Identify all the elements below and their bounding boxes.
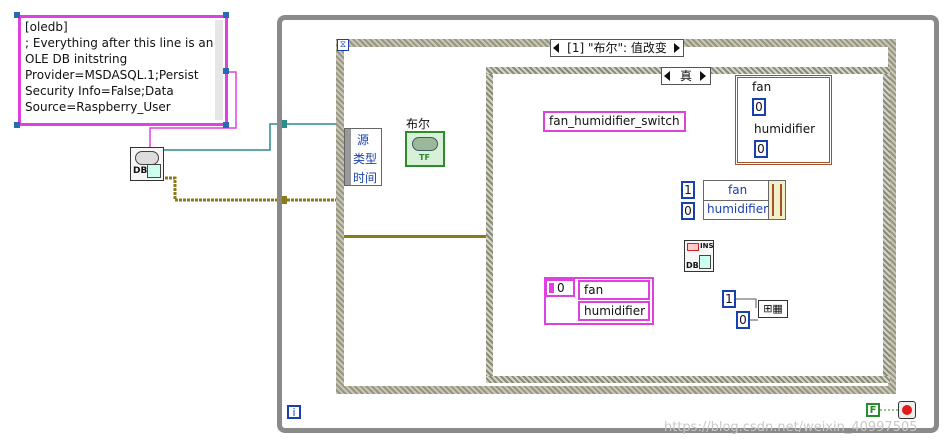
boolean-control-label: 布尔 <box>406 117 431 131</box>
database-icon <box>147 164 161 178</box>
connection-string-line: ; Everything after this line is an <box>25 36 214 50</box>
cluster-field-humidifier-value[interactable]: 0 <box>754 140 768 158</box>
connection-string-line: [oledb] <box>25 20 68 34</box>
array-index-arrow <box>549 283 554 293</box>
event-data-time: 时间 <box>353 171 378 185</box>
bundle-field-humidifier: humidifier <box>707 202 769 216</box>
event-data-type: 类型 <box>353 152 378 166</box>
cluster-field-fan-label: fan <box>752 80 772 94</box>
iteration-terminal: i <box>287 405 301 419</box>
prev-case-arrow[interactable] <box>553 43 559 53</box>
cluster-field-fan-value[interactable]: 0 <box>752 98 766 116</box>
watermark: https://blog.csdn.net/weixin_40997505 <box>664 420 918 435</box>
ins-icon <box>687 243 699 251</box>
prev-case-arrow[interactable] <box>664 71 670 81</box>
event-data-source: 源 <box>357 133 370 147</box>
connection-string-line: OLE DB initstring <box>25 52 128 66</box>
event-data-bar <box>345 129 351 185</box>
column-item-humidifier[interactable]: humidifier <box>578 301 650 321</box>
stop-icon[interactable] <box>898 401 916 419</box>
db-open-icon <box>135 151 159 165</box>
resize-handle[interactable] <box>223 12 229 18</box>
stop-condition[interactable]: F <box>866 403 880 417</box>
boolean-control[interactable]: TF <box>405 131 445 167</box>
connection-string-line: Source=Raspberry_User <box>25 100 171 114</box>
database-icon <box>699 255 711 269</box>
array-index-box[interactable]: 0 <box>545 279 575 297</box>
cluster-field-humidifier-label: humidifier <box>754 122 816 136</box>
bundle-node-bars <box>772 184 782 216</box>
led-icon <box>412 137 438 151</box>
ins-badge: INS <box>700 242 714 250</box>
next-case-arrow[interactable] <box>700 71 706 81</box>
db-open-connection-vi[interactable]: DB <box>130 147 164 181</box>
column-item-fan[interactable]: fan <box>578 280 650 300</box>
resize-handle[interactable] <box>14 12 20 18</box>
vi-label: DB <box>133 166 148 176</box>
case-selector-label: 真 <box>679 69 692 83</box>
resize-handle[interactable] <box>223 122 229 128</box>
hourglass-icon: ⧖ <box>337 39 349 51</box>
bundle-index-fan[interactable]: 1 <box>681 181 695 199</box>
bundle-index-humidifier[interactable]: 0 <box>681 202 695 220</box>
resize-handle[interactable] <box>223 68 229 74</box>
event-case-selector[interactable]: [1] "布尔": 值改变 <box>550 39 684 57</box>
event-data-node[interactable]: 源 类型 时间 <box>344 128 382 186</box>
bundle-by-name[interactable]: fan humidifier <box>703 180 771 220</box>
table-name-constant[interactable]: fan_humidifier_switch <box>543 111 686 132</box>
connection-string-line: Security Info=False;Data <box>25 84 174 98</box>
vi-label: DB <box>686 261 699 270</box>
bundle-field-divider <box>704 200 770 201</box>
connection-string-constant[interactable]: [oledb] ; Everything after this line is … <box>18 15 228 126</box>
array-index-value: 0 <box>557 281 565 295</box>
db-insert-data-vi[interactable]: INS DB <box>684 240 714 272</box>
bundle-field-fan: fan <box>728 183 748 197</box>
next-case-arrow[interactable] <box>674 43 680 53</box>
led-text: TF <box>419 153 430 162</box>
data-cluster-constant[interactable]: fan 0 humidifier 0 <box>735 75 832 165</box>
resize-handle[interactable] <box>14 122 20 128</box>
scrollbar[interactable] <box>215 20 223 120</box>
stop-icon-dot <box>902 405 912 415</box>
connection-string-line: Provider=MSDASQL.1;Persist <box>25 68 199 82</box>
event-wire-left <box>344 235 486 238</box>
array-constant-wires <box>736 298 758 321</box>
event-case-label: [1] "布尔": 值改变 <box>567 41 667 55</box>
